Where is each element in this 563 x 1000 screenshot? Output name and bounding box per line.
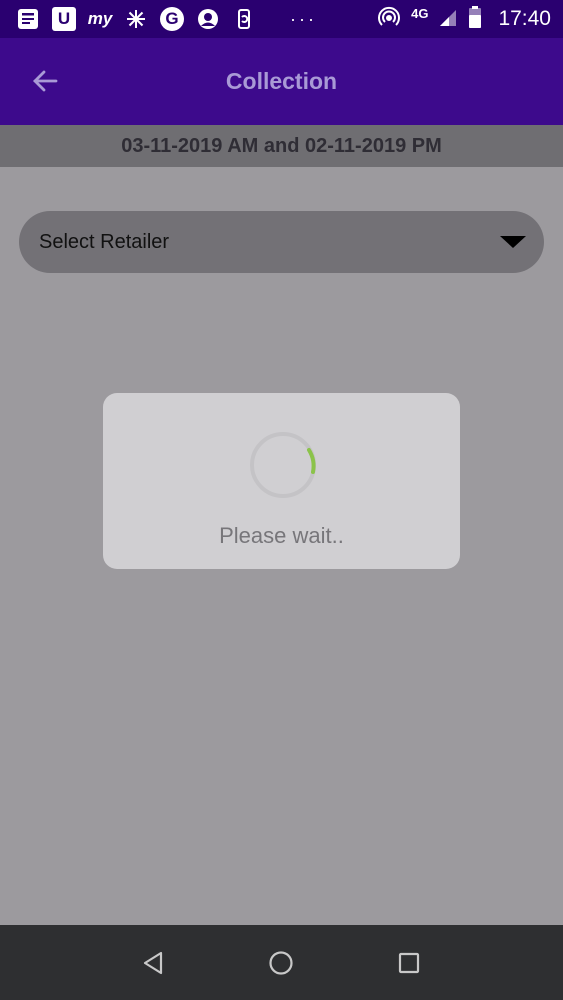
clock: 17:40 bbox=[498, 7, 551, 30]
app-bar: Collection bbox=[0, 38, 563, 125]
date-range-text: 03-11-2019 AM and 02-11-2019 PM bbox=[121, 134, 442, 157]
status-bar: U my G ··· 4G 17:40 bbox=[0, 0, 563, 38]
date-range-header: 03-11-2019 AM and 02-11-2019 PM bbox=[0, 125, 563, 167]
more-notifications-icon: ··· bbox=[290, 8, 317, 29]
progress-dialog: Please wait.. bbox=[103, 393, 460, 569]
asterisk-app-icon bbox=[124, 7, 148, 31]
my-app-icon: my bbox=[87, 9, 113, 28]
system-status: 4G 17:40 bbox=[377, 5, 551, 34]
system-navigation-bar bbox=[0, 925, 563, 1000]
network-type: 4G bbox=[411, 5, 429, 21]
nav-home-button[interactable] bbox=[259, 941, 303, 985]
select-retailer-label: Select Retailer bbox=[39, 230, 170, 253]
nav-back-button[interactable] bbox=[132, 941, 176, 985]
google-icon: G bbox=[160, 7, 184, 31]
u-app-icon: U bbox=[52, 7, 76, 31]
please-wait-message: Please wait.. bbox=[219, 523, 344, 548]
page-title: Collection bbox=[225, 68, 338, 94]
avatar-app-icon bbox=[196, 7, 220, 31]
battery-icon bbox=[468, 5, 482, 34]
loading-spinner-icon bbox=[250, 432, 316, 498]
recents-square-icon bbox=[399, 952, 420, 973]
news-icon bbox=[16, 7, 40, 31]
hotspot-icon bbox=[377, 5, 401, 34]
notification-icons: U my G ··· bbox=[16, 7, 317, 31]
signal-icon bbox=[438, 7, 458, 32]
select-retailer-dropdown[interactable]: Select Retailer bbox=[19, 211, 544, 273]
nav-recents-button[interactable] bbox=[387, 941, 431, 985]
home-circle-icon bbox=[269, 950, 294, 975]
caret-down-icon bbox=[500, 235, 526, 249]
phone-sync-icon bbox=[232, 7, 256, 31]
back-triangle-icon bbox=[143, 951, 162, 974]
